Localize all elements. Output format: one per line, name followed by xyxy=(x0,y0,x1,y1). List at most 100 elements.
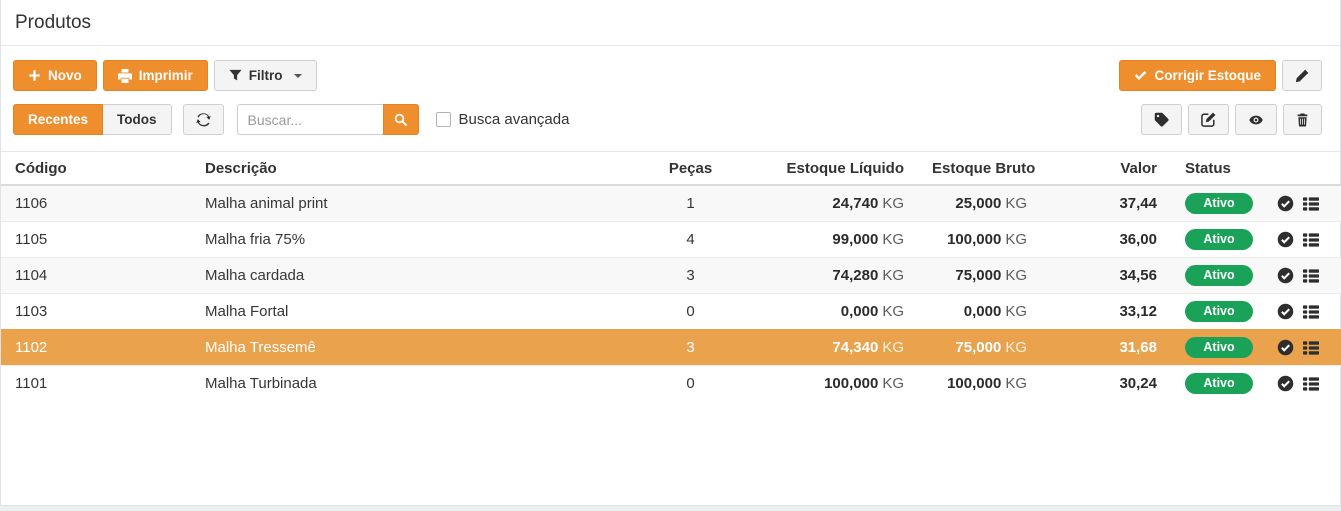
column-descricao: Descrição xyxy=(191,152,643,186)
column-status: Status xyxy=(1171,152,1341,186)
status-badge: Ativo xyxy=(1185,337,1253,358)
product-code: 1102 xyxy=(1,330,191,366)
product-pieces: 1 xyxy=(643,185,738,222)
product-net-stock: 74,280KG xyxy=(738,258,918,294)
product-gross-stock: 100,000KG xyxy=(918,222,1041,258)
table-row[interactable]: 1105 Malha fria 75% 4 99,000KG 100,000KG… xyxy=(1,222,1341,258)
product-pieces: 0 xyxy=(643,294,738,330)
product-pieces: 0 xyxy=(643,366,738,402)
check-circle-icon[interactable] xyxy=(1277,303,1294,320)
product-pieces: 4 xyxy=(643,222,738,258)
product-code: 1104 xyxy=(1,258,191,294)
tab-todos[interactable]: Todos xyxy=(103,104,172,135)
printer-icon xyxy=(118,69,132,83)
search-button[interactable] xyxy=(383,104,419,135)
check-circle-icon[interactable] xyxy=(1277,375,1294,392)
product-description: Malha animal print xyxy=(191,185,643,222)
toolbar-row-secondary: Recentes Todos xyxy=(13,104,1322,135)
trash-icon xyxy=(1296,113,1309,127)
status-badge: Ativo xyxy=(1185,301,1253,322)
fix-stock-button[interactable]: Corrigir Estoque xyxy=(1119,60,1276,91)
list-icon[interactable] xyxy=(1302,304,1320,320)
product-code: 1103 xyxy=(1,294,191,330)
column-codigo: Código xyxy=(1,152,191,186)
edit-button[interactable] xyxy=(1188,104,1229,135)
column-pecas: Peças xyxy=(643,152,738,186)
product-net-stock: 0,000KG xyxy=(738,294,918,330)
status-badge: Ativo xyxy=(1185,373,1253,394)
table-row[interactable]: 1104 Malha cardada 3 74,280KG 75,000KG 3… xyxy=(1,258,1341,294)
refresh-icon xyxy=(196,112,211,127)
product-status-cell: Ativo xyxy=(1171,330,1341,366)
check-icon xyxy=(1134,69,1147,82)
check-circle-icon[interactable] xyxy=(1277,195,1294,212)
product-net-stock: 24,740KG xyxy=(738,185,918,222)
product-gross-stock: 75,000KG xyxy=(918,330,1041,366)
check-circle-icon[interactable] xyxy=(1277,231,1294,248)
check-circle-icon[interactable] xyxy=(1277,339,1294,356)
product-value: 33,12 xyxy=(1041,294,1171,330)
product-status-cell: Ativo xyxy=(1171,185,1341,222)
pencil-icon xyxy=(1295,69,1309,83)
product-code: 1105 xyxy=(1,222,191,258)
funnel-icon xyxy=(229,69,242,82)
check-circle-icon[interactable] xyxy=(1277,267,1294,284)
plus-icon xyxy=(28,69,41,82)
table-header-row: Código Descrição Peças Estoque Líquido E… xyxy=(1,152,1341,186)
list-icon[interactable] xyxy=(1302,376,1320,392)
product-value: 30,24 xyxy=(1041,366,1171,402)
column-valor: Valor xyxy=(1041,152,1171,186)
product-net-stock: 99,000KG xyxy=(738,222,918,258)
page-header: Produtos xyxy=(1,0,1340,46)
column-estoque-bruto: Estoque Bruto xyxy=(918,152,1041,186)
table-row[interactable]: 1103 Malha Fortal 0 0,000KG 0,000KG 33,1… xyxy=(1,294,1341,330)
product-pieces: 3 xyxy=(643,258,738,294)
column-estoque-liquido: Estoque Líquido xyxy=(738,152,918,186)
product-status-cell: Ativo xyxy=(1171,258,1341,294)
product-status-cell: Ativo xyxy=(1171,294,1341,330)
product-value: 37,44 xyxy=(1041,185,1171,222)
tab-recentes[interactable]: Recentes xyxy=(13,104,103,135)
view-button[interactable] xyxy=(1235,104,1277,135)
status-badge: Ativo xyxy=(1185,229,1253,250)
advanced-search-label: Busca avançada xyxy=(459,111,570,128)
advanced-search-checkbox[interactable] xyxy=(436,112,451,127)
list-icon[interactable] xyxy=(1302,196,1320,212)
list-icon[interactable] xyxy=(1302,340,1320,356)
toolbar: Novo Imprimir Filtro xyxy=(1,46,1340,135)
product-description: Malha Fortal xyxy=(191,294,643,330)
table-row[interactable]: 1102 Malha Tressemê 3 74,340KG 75,000KG … xyxy=(1,330,1341,366)
product-value: 36,00 xyxy=(1041,222,1171,258)
product-gross-stock: 25,000KG xyxy=(918,185,1041,222)
product-code: 1101 xyxy=(1,366,191,402)
product-description: Malha fria 75% xyxy=(191,222,643,258)
product-gross-stock: 0,000KG xyxy=(918,294,1041,330)
delete-button[interactable] xyxy=(1283,104,1322,135)
product-gross-stock: 100,000KG xyxy=(918,366,1041,402)
search-group xyxy=(237,104,419,135)
edit-icon xyxy=(1201,112,1216,127)
products-table: Código Descrição Peças Estoque Líquido E… xyxy=(1,151,1341,401)
page-background-strip xyxy=(0,505,1341,511)
chevron-down-icon xyxy=(294,74,302,78)
new-button[interactable]: Novo xyxy=(13,60,97,91)
print-button[interactable]: Imprimir xyxy=(103,60,208,91)
page-title: Produtos xyxy=(15,11,1326,35)
search-input[interactable] xyxy=(237,104,383,135)
table-row[interactable]: 1106 Malha animal print 1 24,740KG 25,00… xyxy=(1,185,1341,222)
filter-button[interactable]: Filtro xyxy=(214,60,317,91)
list-icon[interactable] xyxy=(1302,268,1320,284)
refresh-button[interactable] xyxy=(183,104,224,135)
tag-button[interactable] xyxy=(1141,104,1182,135)
status-badge: Ativo xyxy=(1185,265,1253,286)
product-description: Malha Turbinada xyxy=(191,366,643,402)
list-icon[interactable] xyxy=(1302,232,1320,248)
recent-all-toggle: Recentes Todos xyxy=(13,104,172,135)
product-description: Malha Tressemê xyxy=(191,330,643,366)
products-page: Produtos Novo Imprimir xyxy=(0,0,1341,505)
pencil-button[interactable] xyxy=(1282,60,1322,91)
table-row[interactable]: 1101 Malha Turbinada 0 100,000KG 100,000… xyxy=(1,366,1341,402)
eye-icon xyxy=(1248,113,1264,127)
product-status-cell: Ativo xyxy=(1171,366,1341,402)
product-gross-stock: 75,000KG xyxy=(918,258,1041,294)
